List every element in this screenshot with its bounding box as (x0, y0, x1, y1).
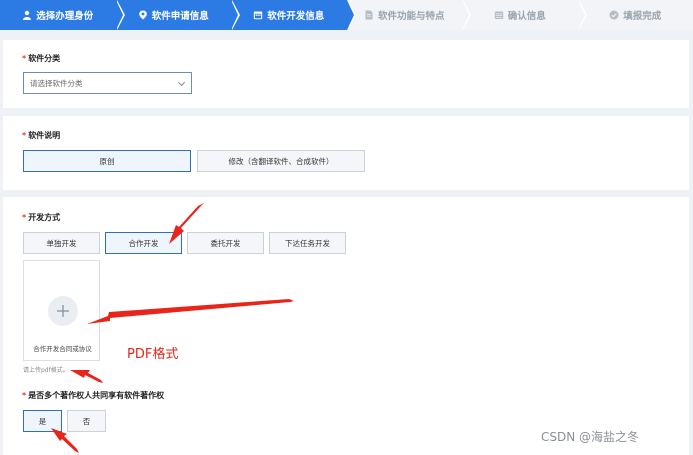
step-application-info[interactable]: 软件申请信息 (115, 0, 240, 30)
pdf-format-annotation: PDF格式 (127, 347, 179, 362)
field-label: * 软件分类 (22, 54, 61, 63)
option-yes[interactable]: 是 (23, 410, 62, 432)
table-icon (494, 11, 503, 19)
field-label: * 是否多个著作权人共同享有软件著作权 (22, 391, 165, 400)
chevron-down-icon (177, 78, 186, 87)
step-select-identity[interactable]: 选择办理身份 (0, 0, 125, 30)
step-label: 确认信息 (507, 11, 546, 22)
field-label: * 软件说明 (22, 131, 61, 140)
field-label: * 开发方式 (22, 213, 61, 222)
option-no[interactable]: 否 (67, 410, 106, 432)
step-development-info[interactable]: 软件开发信息 (231, 0, 356, 30)
step-label: 软件功能与特点 (377, 11, 445, 22)
step-features[interactable]: 软件功能与特点 (346, 0, 471, 30)
step-label: 选择办理身份 (36, 11, 94, 22)
option-independent-development[interactable]: 单独开发 (23, 232, 100, 254)
step-confirm[interactable]: 确认信息 (462, 0, 587, 30)
category-select[interactable]: 请选择软件分类 (23, 72, 192, 94)
calendar-icon (254, 11, 263, 20)
option-original[interactable]: 原创 (23, 150, 191, 172)
section-development-method: * 开发方式 单独开发 合作开发 委托开发 下达任务开发 合作开发合同或协议 请上… (3, 197, 689, 455)
option-assigned-task-development[interactable]: 下达任务开发 (269, 232, 346, 254)
progress-stepper: 选择办理身份 软件申请信息 软件开发信息 软件功能与特点 确认信息 填报完成 (0, 0, 693, 30)
watermark: CSDN @海盐之冬 (541, 430, 640, 444)
step-label: 软件申请信息 (151, 11, 209, 22)
step-label: 软件开发信息 (267, 11, 325, 22)
select-placeholder: 请选择软件分类 (30, 78, 83, 88)
option-modified[interactable]: 修改（含翻译软件、合成软件） (197, 150, 365, 172)
plus-icon (48, 296, 78, 326)
option-cooperative-development[interactable]: 合作开发 (105, 232, 182, 254)
page: 选择办理身份 软件申请信息 软件开发信息 软件功能与特点 确认信息 填报完成 *… (0, 0, 693, 455)
location-pin-icon (138, 10, 147, 20)
contract-upload-box[interactable]: 合作开发合同或协议 (23, 260, 100, 361)
section-software-category: * 软件分类 请选择软件分类 (3, 40, 689, 108)
user-icon (23, 10, 32, 20)
section-software-description: * 软件说明 原创 修改（含翻译软件、合成软件） (3, 116, 689, 190)
check-circle-icon (609, 10, 619, 20)
step-label: 填报完成 (623, 11, 662, 22)
upload-label: 合作开发合同或协议 (33, 345, 92, 353)
step-complete[interactable]: 填报完成 (577, 0, 693, 30)
upload-hint: 请上传pdf格式。 (23, 367, 69, 374)
option-commissioned-development[interactable]: 委托开发 (187, 232, 264, 254)
document-icon (365, 10, 373, 20)
